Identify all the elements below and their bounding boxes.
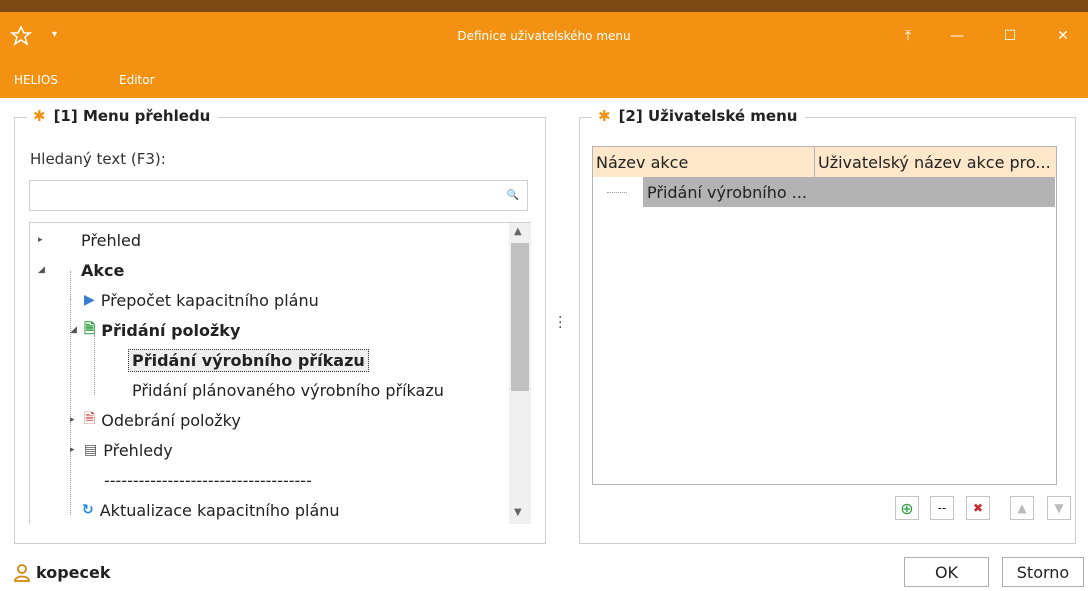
collapse-icon[interactable]: ◢ bbox=[70, 325, 77, 335]
user-name: kopecek bbox=[36, 563, 111, 582]
grid-cell-name: Přidání výrobního ... bbox=[647, 182, 807, 202]
menu-helios[interactable]: HELIOS bbox=[14, 73, 58, 87]
tree-node-label: Akce bbox=[81, 260, 125, 280]
add-item-button[interactable]: ⊕ bbox=[895, 496, 919, 520]
tree-node-label: Přepočet kapacitního plánu bbox=[100, 290, 319, 310]
menu-editor[interactable]: Editor bbox=[119, 73, 155, 87]
menu-tree: ▸ Přehled ◢ Akce ▶ Přepočet kapacitního … bbox=[29, 222, 531, 524]
tree-scrollbar[interactable]: ▲ ▼ bbox=[509, 223, 531, 524]
tree-node-label: Přehledy bbox=[103, 440, 173, 460]
scroll-up-icon[interactable]: ▲ bbox=[514, 226, 522, 237]
close-button[interactable]: ✕ bbox=[1043, 21, 1083, 51]
expand-icon[interactable]: ▸ bbox=[70, 415, 75, 425]
tree-node-prehled[interactable]: ▸ Přehled bbox=[38, 225, 141, 255]
restore-button[interactable]: ⤒ bbox=[888, 21, 928, 51]
user-icon bbox=[14, 563, 30, 582]
menu-bar: HELIOS Editor bbox=[0, 62, 1088, 98]
collapse-icon[interactable]: ◢ bbox=[38, 265, 45, 275]
arrow-up-icon: ▲ bbox=[1017, 501, 1027, 515]
grid-row[interactable]: Přidání výrobního ... bbox=[643, 177, 1055, 207]
move-up-button[interactable]: ▲ bbox=[1010, 496, 1034, 520]
add-icon: ⊕ bbox=[900, 498, 914, 518]
panel-splitter-handle[interactable]: · · · bbox=[558, 311, 562, 335]
tree-connector bbox=[607, 192, 627, 193]
tree-node-label: Přehled bbox=[81, 230, 142, 250]
search-input[interactable] bbox=[30, 181, 490, 210]
separator-icon: -- bbox=[937, 501, 947, 515]
column-header-user-name[interactable]: Uživatelský název akce pro... bbox=[815, 147, 1056, 177]
remove-doc-icon: 🗎 bbox=[84, 411, 96, 427]
background-window-strip bbox=[0, 0, 1088, 12]
arrow-down-icon: ▼ bbox=[1054, 501, 1064, 515]
tree-node-label: Aktualizace kapacitního plánu bbox=[99, 500, 340, 520]
ok-button[interactable]: OK bbox=[904, 557, 989, 587]
maximize-icon: ☐ bbox=[1003, 28, 1017, 44]
search-icon[interactable]: 🔍 bbox=[507, 190, 519, 201]
tree-node-pridani-polozky[interactable]: ◢ 🗎 Přidání položky bbox=[70, 315, 240, 345]
expand-icon[interactable]: ▸ bbox=[70, 445, 75, 455]
search-label: Hledaný text (F3): bbox=[30, 150, 166, 168]
panel-title: [1] Menu přehledu bbox=[53, 107, 211, 125]
play-icon: ▶ bbox=[84, 292, 95, 308]
close-icon: ✕ bbox=[1057, 28, 1069, 44]
tree-node-akce[interactable]: ◢ Akce bbox=[38, 255, 124, 285]
panel-title: [2] Uživatelské menu bbox=[618, 107, 798, 125]
cancel-button[interactable]: Storno bbox=[1002, 557, 1084, 587]
move-down-button[interactable]: ▼ bbox=[1047, 496, 1071, 520]
minimize-icon: — bbox=[950, 28, 964, 44]
panel-legend: ✱ [2] Uživatelské menu bbox=[592, 107, 806, 125]
tree-node-prehledy[interactable]: ▸ ▤ Přehledy bbox=[70, 435, 173, 465]
grid-header: Název akce Uživatelský název akce pro... bbox=[593, 147, 1056, 177]
column-header-name[interactable]: Název akce bbox=[593, 147, 815, 177]
star-icon: ✱ bbox=[598, 107, 611, 125]
list-icon: ▤ bbox=[84, 442, 98, 458]
tree-node-label: Přidání položky bbox=[101, 320, 241, 340]
restore-icon: ⤒ bbox=[904, 28, 912, 44]
add-separator-button[interactable]: -- bbox=[930, 496, 954, 520]
current-user: kopecek bbox=[14, 563, 110, 582]
tree-node-aktualizace[interactable]: ↻ Aktualizace kapacitního plánu bbox=[82, 495, 340, 524]
panel-legend: ✱ [1] Menu přehledu bbox=[27, 107, 219, 125]
tree-node-label: Odebrání položky bbox=[101, 410, 241, 430]
tree-node-prepocet[interactable]: ▶ Přepočet kapacitního plánu bbox=[84, 285, 319, 315]
remove-icon: ✖ bbox=[972, 501, 984, 515]
title-bar: ▾ Definice uživatelského menu ⤒ — ☐ ✕ bbox=[0, 12, 1088, 62]
tree-node-odebrani-polozky[interactable]: ▸ 🗎 Odebrání položky bbox=[70, 405, 241, 435]
add-doc-icon: 🗎 bbox=[84, 321, 96, 337]
remove-item-button[interactable]: ✖ bbox=[966, 496, 990, 520]
refresh-icon: ↻ bbox=[82, 502, 94, 518]
minimize-button[interactable]: — bbox=[937, 21, 977, 51]
user-menu-grid: Název akce Uživatelský název akce pro...… bbox=[592, 146, 1057, 485]
expand-icon[interactable]: ▸ bbox=[38, 235, 43, 245]
tree-separator: ------------------------------------ bbox=[104, 465, 312, 495]
scrollbar-thumb[interactable] bbox=[511, 243, 529, 391]
tree-node-pridani-planovaneho[interactable]: Přidání plánovaného výrobního příkazu bbox=[132, 375, 444, 405]
star-icon: ✱ bbox=[33, 107, 46, 125]
search-box: 🔍 bbox=[29, 180, 528, 211]
scroll-down-icon[interactable]: ▼ bbox=[514, 507, 522, 518]
tree-node-label: Přidání výrobního příkazu bbox=[128, 348, 369, 372]
maximize-button[interactable]: ☐ bbox=[990, 21, 1030, 51]
tree-node-label: Přidání plánovaného výrobního příkazu bbox=[132, 380, 444, 400]
separator-line: ------------------------------------ bbox=[104, 470, 312, 490]
tree-node-pridani-vyrobniho-prikazu[interactable]: Přidání výrobního příkazu bbox=[128, 345, 369, 375]
